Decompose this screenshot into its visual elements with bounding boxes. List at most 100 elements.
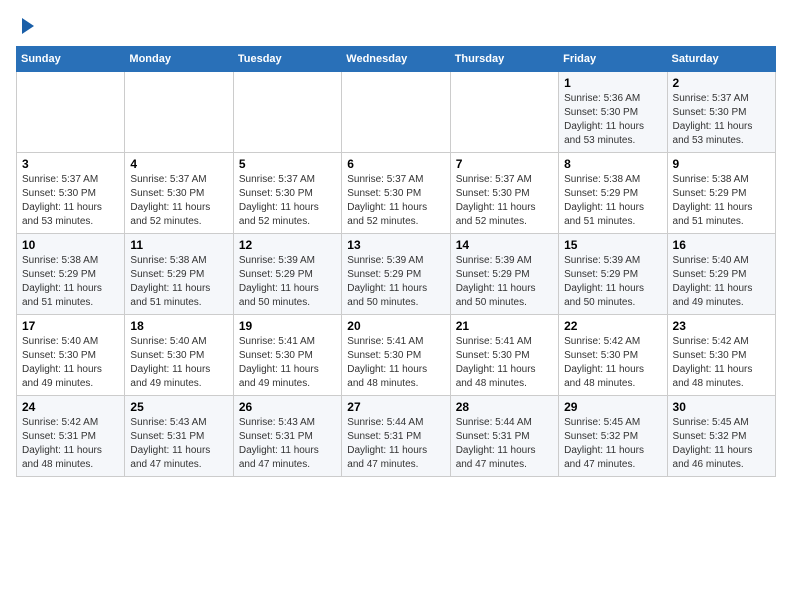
day-info: Sunrise: 5:42 AMSunset: 5:31 PMDaylight:… — [22, 416, 119, 472]
day-info: Sunrise: 5:41 AMSunset: 5:30 PMDaylight:… — [239, 335, 336, 391]
calendar-day-cell: 2Sunrise: 5:37 AMSunset: 5:30 PMDaylight… — [667, 72, 775, 153]
calendar-table: SundayMondayTuesdayWednesdayThursdayFrid… — [16, 46, 776, 477]
day-number: 9 — [673, 157, 770, 171]
calendar-day-cell: 22Sunrise: 5:42 AMSunset: 5:30 PMDayligh… — [559, 315, 667, 396]
weekday-header-monday: Monday — [125, 47, 233, 72]
day-number: 14 — [456, 238, 553, 252]
day-number: 11 — [130, 238, 227, 252]
day-number: 19 — [239, 319, 336, 333]
calendar-day-cell: 30 Sunrise: 5:45 AMSunset: 5:32 PMDayligh… — [667, 396, 775, 477]
calendar-day-cell — [125, 72, 233, 153]
calendar-day-cell: 24 Sunrise: 5:42 AMSunset: 5:31 PMDayligh… — [17, 396, 125, 477]
calendar-day-cell: 8 Sunrise: 5:38 AMSunset: 5:29 PMDaylight… — [559, 153, 667, 234]
calendar-day-cell: 4 Sunrise: 5:37 AMSunset: 5:30 PMDaylight… — [125, 153, 233, 234]
day-info: Sunrise: 5:44 AMSunset: 5:31 PMDaylight:… — [347, 416, 444, 472]
calendar-week-row: 1 Sunrise: 5:36 AMSunset: 5:30 PMDaylight… — [17, 72, 776, 153]
day-number: 8 — [564, 157, 661, 171]
day-info: Sunrise: 5:38 AMSunset: 5:29 PMDaylight:… — [673, 173, 770, 229]
day-info: Sunrise: 5:37 AMSunset: 5:30 PMDaylight:… — [456, 173, 553, 229]
day-number: 5 — [239, 157, 336, 171]
calendar-day-cell — [17, 72, 125, 153]
day-number: 10 — [22, 238, 119, 252]
day-info: Sunrise: 5:40 AMSunset: 5:29 PMDaylight:… — [673, 254, 770, 310]
day-info: Sunrise: 5:45 AMSunset: 5:32 PMDaylight:… — [564, 416, 661, 472]
calendar-header: SundayMondayTuesdayWednesdayThursdayFrid… — [17, 47, 776, 72]
day-number: 16 — [673, 238, 770, 252]
day-number: 24 — [22, 400, 119, 414]
calendar-day-cell: 1 Sunrise: 5:36 AMSunset: 5:30 PMDaylight… — [559, 72, 667, 153]
calendar-day-cell: 20 Sunrise: 5:41 AMSunset: 5:30 PMDayligh… — [342, 315, 450, 396]
day-info: Sunrise: 5:43 AMSunset: 5:31 PMDaylight:… — [130, 416, 227, 472]
day-info: Sunrise: 5:43 AMSunset: 5:31 PMDaylight:… — [239, 416, 336, 472]
calendar-day-cell — [233, 72, 341, 153]
calendar-day-cell: 11 Sunrise: 5:38 AMSunset: 5:29 PMDayligh… — [125, 234, 233, 315]
calendar-body: 1 Sunrise: 5:36 AMSunset: 5:30 PMDaylight… — [17, 72, 776, 477]
calendar-day-cell — [342, 72, 450, 153]
day-info: Sunrise: 5:40 AMSunset: 5:30 PMDaylight:… — [22, 335, 119, 391]
day-info: Sunrise: 5:39 AMSunset: 5:29 PMDaylight:… — [564, 254, 661, 310]
calendar-day-cell: 15Sunrise: 5:39 AMSunset: 5:29 PMDayligh… — [559, 234, 667, 315]
calendar-day-cell: 17Sunrise: 5:40 AMSunset: 5:30 PMDayligh… — [17, 315, 125, 396]
day-number: 18 — [130, 319, 227, 333]
day-number: 12 — [239, 238, 336, 252]
calendar-day-cell: 13Sunrise: 5:39 AMSunset: 5:29 PMDayligh… — [342, 234, 450, 315]
weekday-header-sunday: Sunday — [17, 47, 125, 72]
weekday-header-friday: Friday — [559, 47, 667, 72]
day-info: Sunrise: 5:37 AMSunset: 5:30 PMDaylight:… — [347, 173, 444, 229]
calendar-day-cell: 29 Sunrise: 5:45 AMSunset: 5:32 PMDayligh… — [559, 396, 667, 477]
day-number: 21 — [456, 319, 553, 333]
day-number: 1 — [564, 76, 661, 90]
day-info: Sunrise: 5:39 AMSunset: 5:29 PMDaylight:… — [347, 254, 444, 310]
calendar-day-cell: 26 Sunrise: 5:43 AMSunset: 5:31 PMDayligh… — [233, 396, 341, 477]
calendar-day-cell: 14 Sunrise: 5:39 AMSunset: 5:29 PMDayligh… — [450, 234, 558, 315]
calendar-day-cell — [450, 72, 558, 153]
weekday-header-row: SundayMondayTuesdayWednesdayThursdayFrid… — [17, 47, 776, 72]
day-info: Sunrise: 5:39 AMSunset: 5:29 PMDaylight:… — [456, 254, 553, 310]
day-info: Sunrise: 5:45 AMSunset: 5:32 PMDaylight:… — [673, 416, 770, 472]
day-number: 29 — [564, 400, 661, 414]
calendar-week-row: 24 Sunrise: 5:42 AMSunset: 5:31 PMDayligh… — [17, 396, 776, 477]
day-number: 20 — [347, 319, 444, 333]
calendar-week-row: 3 Sunrise: 5:37 AMSunset: 5:30 PMDaylight… — [17, 153, 776, 234]
day-number: 26 — [239, 400, 336, 414]
calendar-day-cell: 18Sunrise: 5:40 AMSunset: 5:30 PMDayligh… — [125, 315, 233, 396]
day-info: Sunrise: 5:36 AMSunset: 5:30 PMDaylight:… — [564, 92, 661, 148]
day-info: Sunrise: 5:37 AMSunset: 5:30 PMDaylight:… — [22, 173, 119, 229]
day-number: 25 — [130, 400, 227, 414]
calendar-day-cell: 5Sunrise: 5:37 AMSunset: 5:30 PMDaylight… — [233, 153, 341, 234]
day-number: 2 — [673, 76, 770, 90]
weekday-header-thursday: Thursday — [450, 47, 558, 72]
calendar-day-cell: 28Sunrise: 5:44 AMSunset: 5:31 PMDayligh… — [450, 396, 558, 477]
calendar-day-cell: 25 Sunrise: 5:43 AMSunset: 5:31 PMDayligh… — [125, 396, 233, 477]
calendar-day-cell: 12Sunrise: 5:39 AMSunset: 5:29 PMDayligh… — [233, 234, 341, 315]
weekday-header-wednesday: Wednesday — [342, 47, 450, 72]
page-header — [16, 16, 776, 34]
day-number: 22 — [564, 319, 661, 333]
calendar-day-cell: 3 Sunrise: 5:37 AMSunset: 5:30 PMDaylight… — [17, 153, 125, 234]
day-number: 28 — [456, 400, 553, 414]
logo — [16, 16, 34, 34]
calendar-day-cell: 23Sunrise: 5:42 AMSunset: 5:30 PMDayligh… — [667, 315, 775, 396]
day-info: Sunrise: 5:38 AMSunset: 5:29 PMDaylight:… — [130, 254, 227, 310]
calendar-day-cell: 27 Sunrise: 5:44 AMSunset: 5:31 PMDayligh… — [342, 396, 450, 477]
logo-arrow-icon — [22, 18, 34, 34]
day-number: 23 — [673, 319, 770, 333]
day-number: 30 — [673, 400, 770, 414]
calendar-day-cell: 21Sunrise: 5:41 AMSunset: 5:30 PMDayligh… — [450, 315, 558, 396]
day-info: Sunrise: 5:38 AMSunset: 5:29 PMDaylight:… — [564, 173, 661, 229]
day-number: 27 — [347, 400, 444, 414]
calendar-day-cell: 7Sunrise: 5:37 AMSunset: 5:30 PMDaylight… — [450, 153, 558, 234]
calendar-day-cell: 10 Sunrise: 5:38 AMSunset: 5:29 PMDayligh… — [17, 234, 125, 315]
calendar-day-cell: 19 Sunrise: 5:41 AMSunset: 5:30 PMDayligh… — [233, 315, 341, 396]
calendar-day-cell: 16 Sunrise: 5:40 AMSunset: 5:29 PMDayligh… — [667, 234, 775, 315]
day-info: Sunrise: 5:41 AMSunset: 5:30 PMDaylight:… — [347, 335, 444, 391]
day-info: Sunrise: 5:37 AMSunset: 5:30 PMDaylight:… — [130, 173, 227, 229]
calendar-day-cell: 9 Sunrise: 5:38 AMSunset: 5:29 PMDaylight… — [667, 153, 775, 234]
day-info: Sunrise: 5:38 AMSunset: 5:29 PMDaylight:… — [22, 254, 119, 310]
calendar-week-row: 10 Sunrise: 5:38 AMSunset: 5:29 PMDayligh… — [17, 234, 776, 315]
day-number: 3 — [22, 157, 119, 171]
day-number: 4 — [130, 157, 227, 171]
weekday-header-saturday: Saturday — [667, 47, 775, 72]
calendar-week-row: 17Sunrise: 5:40 AMSunset: 5:30 PMDayligh… — [17, 315, 776, 396]
day-number: 6 — [347, 157, 444, 171]
